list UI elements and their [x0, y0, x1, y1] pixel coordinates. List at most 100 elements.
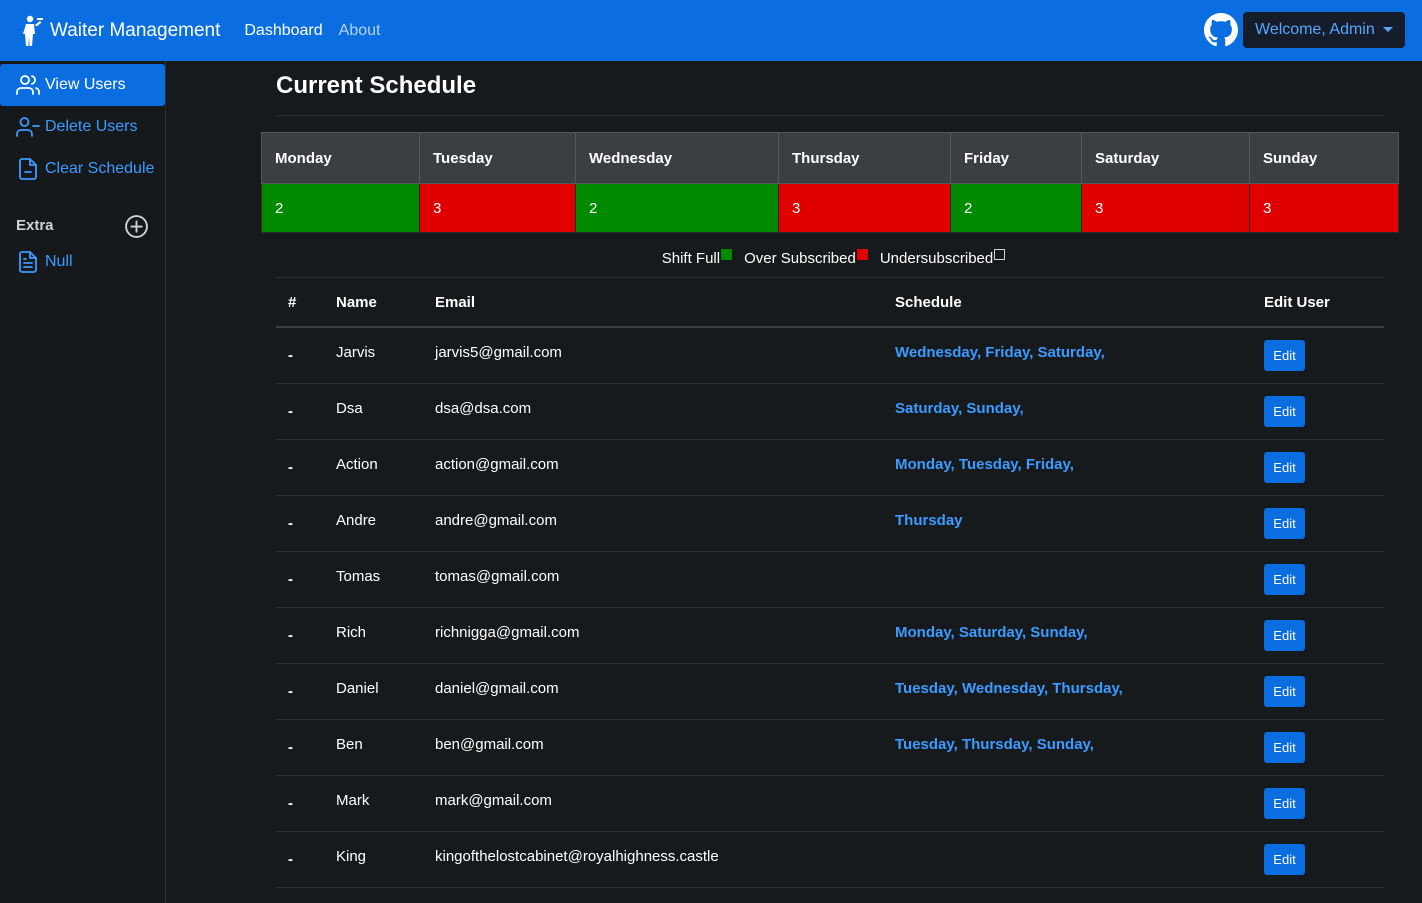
day-header: Wednesday [575, 132, 779, 184]
brand[interactable]: Waiter Management [20, 15, 220, 47]
user-schedule: Tuesday, Thursday, Sunday, [883, 716, 1252, 773]
github-icon[interactable] [1204, 13, 1238, 47]
edit-user-button[interactable]: Edit [1264, 619, 1305, 651]
row-number: - [276, 719, 324, 776]
user-schedule: Monday, Tuesday, Friday, [883, 436, 1252, 493]
column-header: Name [324, 278, 423, 328]
user-schedule: Monday, Saturday, Sunday, [883, 604, 1252, 661]
edit-cell: Edit [1252, 663, 1384, 720]
legend-under-label: Undersubscribed [879, 250, 994, 267]
edit-user-button[interactable]: Edit [1264, 563, 1305, 595]
sidebar-item-delete-users[interactable]: Delete Users [0, 106, 165, 148]
page-title: Current Schedule [276, 72, 477, 99]
day-count-cell: 2 [950, 183, 1082, 233]
divider [276, 115, 1384, 116]
user-schedule [883, 548, 1252, 605]
user-schedule: Wednesday, Friday, Saturday, [883, 324, 1252, 381]
day-count-cell: 2 [261, 183, 420, 233]
brand-title: Waiter Management [50, 19, 221, 41]
schedule-header-row: Monday Tuesday Wednesday Thursday Friday… [261, 132, 1399, 184]
edit-cell: Edit [1252, 327, 1384, 384]
waiter-icon [23, 15, 43, 46]
welcome-label: Welcome, Admin [1255, 21, 1375, 38]
day-header: Sunday [1249, 132, 1399, 184]
edit-user-button[interactable]: Edit [1264, 451, 1305, 483]
user-email: andre@gmail.com [423, 492, 883, 549]
user-email: daniel@gmail.com [423, 660, 883, 717]
user-name: Jarvis [324, 324, 423, 381]
user-email: mark@gmail.com [423, 772, 883, 829]
edit-cell: Edit [1252, 551, 1384, 608]
edit-user-button[interactable]: Edit [1264, 339, 1305, 371]
user-schedule: Saturday, Sunday, [883, 380, 1252, 437]
sidebar-heading-extra: Extra [16, 217, 54, 234]
file-icon [19, 158, 37, 180]
edit-user-button[interactable]: Edit [1264, 395, 1305, 427]
table-row: - King kingofthelostcabinet@royalhighness.… [276, 828, 1384, 888]
user-name: Daniel [324, 660, 423, 717]
user-schedule [883, 828, 1252, 885]
column-header: Edit User [1252, 278, 1384, 328]
nav-dashboard[interactable]: Dashboard [244, 22, 322, 40]
users-header-row: # Name Email Schedule Edit User [276, 278, 1384, 328]
user-email: richnigga@gmail.com [423, 604, 883, 661]
sidebar: View Users Delete Users Clear Schedule E… [0, 61, 166, 903]
row-number: - [276, 383, 324, 440]
edit-user-button[interactable]: Edit [1264, 731, 1305, 763]
sidebar-item-label: View Users [45, 76, 126, 93]
day-count-cell: 3 [1081, 183, 1250, 233]
day-count-cell: 3 [778, 183, 951, 233]
day-header: Thursday [778, 132, 951, 184]
column-header: Schedule [883, 278, 1252, 328]
row-number: - [276, 495, 324, 552]
user-email: action@gmail.com [423, 436, 883, 493]
users-table: # Name Email Schedule Edit User - Jarvis j… [276, 278, 1384, 888]
legend-full-swatch [721, 249, 733, 260]
sidebar-item-label: Clear Schedule [45, 160, 155, 177]
table-row: - Andre andre@gmail.com Thursday Edit [276, 492, 1384, 552]
user-email: kingofthelostcabinet@royalhighness.castl… [423, 828, 883, 885]
user-name: Andre [324, 492, 423, 549]
legend-under-swatch [994, 249, 1006, 260]
sidebar-item-view-users[interactable]: View Users [0, 64, 165, 106]
edit-user-button[interactable]: Edit [1264, 675, 1305, 707]
row-number: - [276, 439, 324, 496]
sidebar-item-clear-schedule[interactable]: Clear Schedule [0, 148, 165, 190]
row-number: - [276, 663, 324, 720]
edit-cell: Edit [1252, 831, 1384, 888]
chevron-down-icon [1383, 27, 1393, 32]
schedule-legend: Shift Full Over Subscribed Undersubscrib… [0, 249, 1422, 267]
user-dropdown-button[interactable]: Welcome, Admin [1243, 12, 1405, 48]
plus-circle-icon[interactable] [124, 214, 149, 239]
user-schedule: Thursday [883, 492, 1252, 549]
user-name: Rich [324, 604, 423, 661]
nav-about[interactable]: About [339, 22, 381, 40]
day-header: Friday [950, 132, 1082, 184]
edit-user-button[interactable]: Edit [1264, 843, 1305, 875]
table-row: - Action action@gmail.com Monday, Tuesday, … [276, 436, 1384, 496]
user-name: Action [324, 436, 423, 493]
top-navbar: Waiter Management Dashboard About Welcom… [0, 0, 1422, 61]
table-row: - Mark mark@gmail.com Edit [276, 772, 1384, 832]
schedule-count-row: 2 3 2 3 2 3 3 [261, 183, 1399, 233]
user-name: Mark [324, 772, 423, 829]
table-row: - Daniel daniel@gmail.com Tuesday, Wednesda… [276, 660, 1384, 720]
user-name: King [324, 828, 423, 885]
column-header: Email [423, 278, 883, 328]
user-email: tomas@gmail.com [423, 548, 883, 605]
day-count-cell: 3 [419, 183, 576, 233]
legend-over-label: Over Subscribed [744, 250, 856, 267]
table-row: - Dsa dsa@dsa.com Saturday, Sunday, Edit [276, 380, 1384, 440]
edit-user-button[interactable]: Edit [1264, 507, 1305, 539]
schedule-table: Monday Tuesday Wednesday Thursday Friday… [261, 132, 1399, 233]
edit-user-button[interactable]: Edit [1264, 787, 1305, 819]
day-count-cell: 2 [575, 183, 779, 233]
day-header: Saturday [1081, 132, 1250, 184]
user-email: jarvis5@gmail.com [423, 324, 883, 381]
user-name: Ben [324, 716, 423, 773]
row-number: - [276, 775, 324, 832]
edit-cell: Edit [1252, 719, 1384, 776]
table-row: - Tomas tomas@gmail.com Edit [276, 548, 1384, 608]
user-schedule [883, 772, 1252, 829]
column-header: # [276, 278, 324, 328]
